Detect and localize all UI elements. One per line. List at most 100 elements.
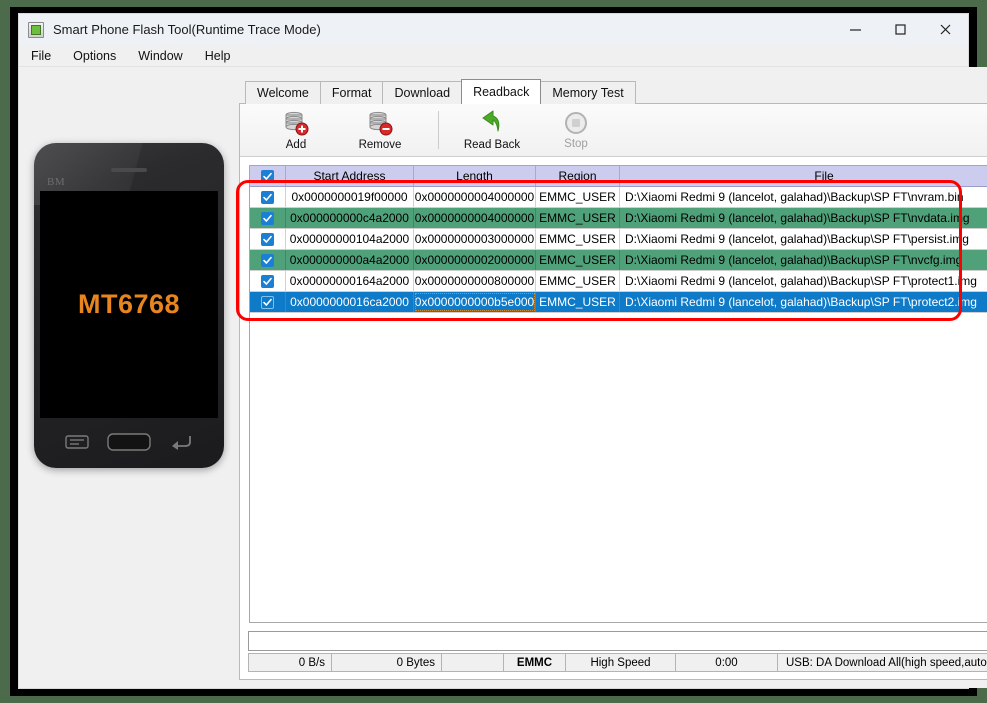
menu-button-icon	[65, 435, 89, 449]
tab-memory-test[interactable]: Memory Test	[540, 81, 636, 104]
menu-item-file[interactable]: File	[31, 47, 61, 65]
stop-button[interactable]: Stop	[534, 106, 618, 155]
status-bar: 0 B/s 0 Bytes EMMC High Speed 0:00 USB: …	[248, 653, 987, 672]
cell-region[interactable]: EMMC_USER	[536, 187, 620, 207]
column-header-length[interactable]: Length	[414, 166, 536, 186]
status-bytes: 0 Bytes	[332, 653, 442, 672]
row-checkbox[interactable]	[250, 271, 286, 291]
tab-strip: Welcome Format Download Readback Memory …	[239, 79, 987, 104]
add-button-label: Add	[285, 138, 307, 151]
table-row[interactable]: 0x0000000019f00000 0x0000000004000000 EM…	[250, 187, 987, 208]
cell-start-address[interactable]: 0x000000000c4a2000	[286, 208, 414, 228]
tab-format[interactable]: Format	[319, 81, 384, 104]
close-button[interactable]	[923, 14, 968, 45]
select-all-checkbox[interactable]	[250, 166, 286, 186]
cell-length[interactable]: 0x0000000004000000	[414, 208, 536, 228]
cell-start-address[interactable]: 0x00000000164a2000	[286, 271, 414, 291]
menu-item-help[interactable]: Help	[205, 47, 241, 65]
tab-download[interactable]: Download	[382, 81, 463, 104]
cell-start-address[interactable]: 0x00000000104a2000	[286, 229, 414, 249]
status-mode: High Speed	[566, 653, 676, 672]
cell-file[interactable]: D:\Xiaomi Redmi 9 (lancelot, galahad)\Ba…	[620, 250, 987, 270]
tab-readback[interactable]: Readback	[461, 79, 542, 104]
window-title: Smart Phone Flash Tool(Runtime Trace Mod…	[53, 22, 321, 37]
minimize-icon	[850, 29, 861, 31]
cell-region[interactable]: EMMC_USER	[536, 208, 620, 228]
title-bar: Smart Phone Flash Tool(Runtime Trace Mod…	[19, 14, 968, 45]
minimize-button[interactable]	[833, 14, 878, 45]
row-checkbox[interactable]	[250, 292, 286, 312]
checkbox-checked-icon	[261, 274, 274, 288]
cell-file[interactable]: D:\Xiaomi Redmi 9 (lancelot, galahad)\Ba…	[620, 229, 987, 249]
cell-file[interactable]: D:\Xiaomi Redmi 9 (lancelot, galahad)\Ba…	[620, 292, 987, 312]
column-header-start-address[interactable]: Start Address	[286, 166, 414, 186]
checkbox-checked-icon	[261, 169, 274, 183]
table-row[interactable]: 0x000000000c4a2000 0x0000000004000000 EM…	[250, 208, 987, 229]
phone-earpiece-icon	[111, 168, 147, 172]
checkbox-checked-icon	[261, 232, 274, 246]
status-storage: EMMC	[504, 653, 566, 672]
toolbar-separator	[438, 111, 439, 149]
table-header-row: Start Address Length Region File	[250, 166, 987, 187]
status-time: 0:00	[676, 653, 778, 672]
table-row[interactable]: 0x0000000016ca2000 0x0000000000b5e000 EM…	[250, 292, 987, 313]
readback-table: Start Address Length Region File 0x00000…	[249, 165, 987, 623]
table-row[interactable]: 0x00000000104a2000 0x0000000003000000 EM…	[250, 229, 987, 250]
phone-illustration: BM MT6768	[34, 143, 224, 468]
menu-item-window[interactable]: Window	[138, 47, 192, 65]
cell-file[interactable]: D:\Xiaomi Redmi 9 (lancelot, galahad)\Ba…	[620, 187, 987, 207]
cell-start-address[interactable]: 0x000000000a4a2000	[286, 250, 414, 270]
database-remove-icon	[369, 111, 393, 135]
tab-welcome[interactable]: Welcome	[245, 81, 321, 104]
window-controls	[833, 14, 968, 45]
cell-region[interactable]: EMMC_USER	[536, 271, 620, 291]
soc-label: MT6768	[77, 289, 181, 319]
cell-region[interactable]: EMMC_USER	[536, 229, 620, 249]
cell-region[interactable]: EMMC_USER	[536, 292, 620, 312]
column-header-region[interactable]: Region	[536, 166, 620, 186]
maximize-button[interactable]	[878, 14, 923, 45]
stop-icon	[565, 111, 587, 134]
close-icon	[940, 24, 951, 35]
readback-tab-page: Add Remove Read Back Stop Start Address …	[239, 103, 987, 680]
remove-button[interactable]: Remove	[338, 106, 422, 155]
window-body: BM MT6768 Welcome Format Download Readba…	[19, 67, 987, 688]
status-area: 0 B/s 0 Bytes EMMC High Speed 0:00 USB: …	[248, 631, 987, 672]
cell-length[interactable]: 0x0000000000b5e000	[414, 292, 536, 312]
app-icon	[28, 21, 44, 38]
cell-file[interactable]: D:\Xiaomi Redmi 9 (lancelot, galahad)\Ba…	[620, 208, 987, 228]
cell-length[interactable]: 0x0000000000800000	[414, 271, 536, 291]
read-back-button[interactable]: Read Back	[450, 106, 534, 155]
menu-item-options[interactable]: Options	[73, 47, 126, 65]
checkbox-checked-icon	[261, 253, 274, 267]
add-button[interactable]: Add	[254, 106, 338, 155]
screenshot-root: Smart Phone Flash Tool(Runtime Trace Mod…	[0, 0, 987, 703]
device-preview-panel: BM MT6768	[19, 67, 231, 688]
table-row[interactable]: 0x000000000a4a2000 0x0000000002000000 EM…	[250, 250, 987, 271]
database-add-icon	[285, 111, 309, 135]
phone-nav-bar	[34, 428, 224, 456]
cell-length[interactable]: 0x0000000002000000	[414, 250, 536, 270]
row-checkbox[interactable]	[250, 250, 286, 270]
status-usb: USB: DA Download All(high speed,auto det…	[778, 653, 987, 672]
cell-length[interactable]: 0x0000000004000000	[414, 187, 536, 207]
home-button-icon	[107, 433, 151, 451]
readback-toolbar: Add Remove Read Back Stop	[240, 104, 987, 157]
row-checkbox[interactable]	[250, 229, 286, 249]
row-checkbox[interactable]	[250, 208, 286, 228]
checkbox-checked-icon	[261, 295, 274, 309]
phone-watermark: BM	[47, 176, 66, 188]
cell-file[interactable]: D:\Xiaomi Redmi 9 (lancelot, galahad)\Ba…	[620, 271, 987, 291]
cell-start-address[interactable]: 0x0000000016ca2000	[286, 292, 414, 312]
maximize-icon	[895, 24, 906, 35]
status-speed: 0 B/s	[248, 653, 332, 672]
cell-length[interactable]: 0x0000000003000000	[414, 229, 536, 249]
cell-region[interactable]: EMMC_USER	[536, 250, 620, 270]
cell-start-address[interactable]: 0x0000000019f00000	[286, 187, 414, 207]
row-checkbox[interactable]	[250, 187, 286, 207]
remove-button-label: Remove	[358, 138, 402, 151]
progress-bar	[248, 631, 987, 651]
column-header-file[interactable]: File	[620, 166, 987, 186]
table-row[interactable]: 0x00000000164a2000 0x0000000000800000 EM…	[250, 271, 987, 292]
back-button-icon	[172, 436, 191, 450]
